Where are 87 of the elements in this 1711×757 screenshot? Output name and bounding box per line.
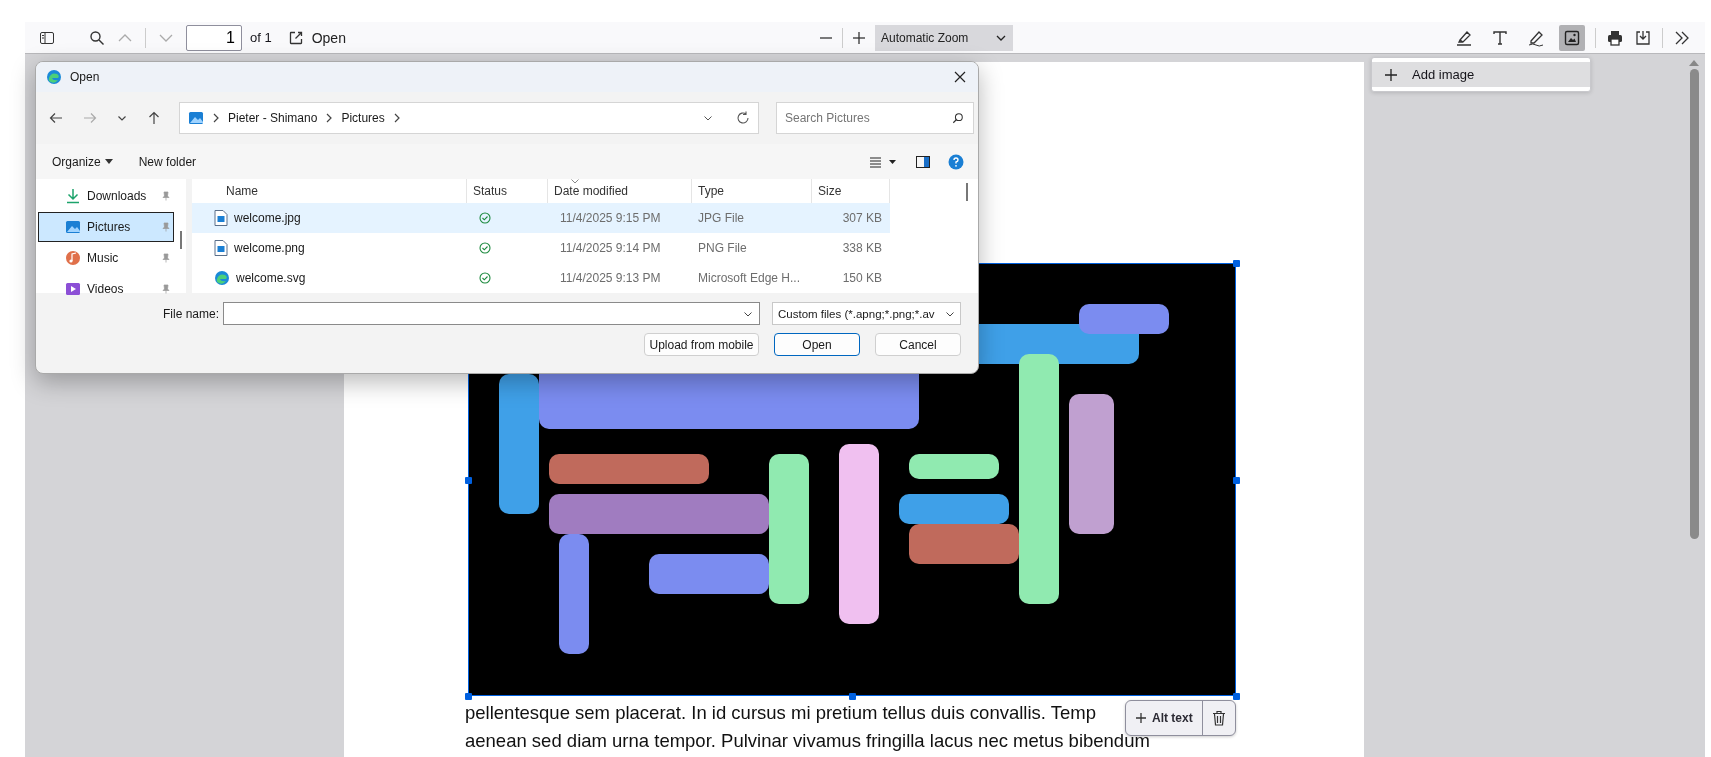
open-button[interactable]: Open bbox=[283, 29, 350, 46]
file-name: welcome.svg bbox=[236, 271, 306, 285]
music-icon bbox=[65, 250, 81, 266]
file-type: JPG File bbox=[697, 211, 745, 225]
help-icon[interactable] bbox=[948, 153, 964, 170]
back-icon[interactable] bbox=[49, 111, 63, 125]
file-size: 338 KB bbox=[841, 241, 883, 255]
up-icon[interactable] bbox=[147, 111, 161, 125]
dialog-button[interactable]: Cancel bbox=[875, 333, 961, 356]
save-icon[interactable] bbox=[1634, 28, 1652, 47]
address-bar[interactable]: Pieter - Shimano Pictures bbox=[179, 102, 759, 134]
image-file-icon bbox=[214, 210, 228, 226]
sidebar-toggle-icon[interactable] bbox=[39, 29, 55, 46]
search-icon[interactable] bbox=[952, 112, 964, 124]
nav-label: Music bbox=[87, 251, 120, 265]
nav-item[interactable]: Music bbox=[38, 243, 174, 273]
refresh-icon[interactable] bbox=[736, 111, 750, 125]
resize-handle[interactable] bbox=[1233, 693, 1240, 700]
text-icon bbox=[1491, 28, 1509, 47]
nav-label: Downloads bbox=[87, 189, 148, 203]
nav-item[interactable]: Downloads bbox=[38, 181, 174, 211]
nav-item[interactable]: Pictures bbox=[38, 212, 174, 242]
plus-icon bbox=[1384, 67, 1398, 82]
file-name-label: File name: bbox=[161, 306, 220, 321]
image-file-icon bbox=[214, 240, 228, 256]
add-image-item[interactable]: Add image bbox=[1372, 62, 1590, 87]
resize-handle[interactable] bbox=[465, 693, 472, 700]
browser-logo-icon bbox=[46, 69, 62, 85]
file-row[interactable]: welcome.svg 11/4/2025 9:13 PM Microsoft Edge H... 150 KB bbox=[192, 263, 890, 293]
resize-handle[interactable] bbox=[849, 693, 856, 700]
resize-handle[interactable] bbox=[1233, 476, 1240, 484]
pictures-folder-icon bbox=[65, 219, 81, 235]
search-icon[interactable] bbox=[89, 29, 105, 46]
file-type-select[interactable]: Custom files (*.apng;*.png;*.av bbox=[772, 302, 961, 325]
external-link-icon bbox=[287, 29, 304, 46]
breadcrumb[interactable]: Pictures bbox=[341, 111, 385, 125]
file-name-field[interactable] bbox=[223, 302, 760, 325]
file-date: 11/4/2025 9:14 PM bbox=[559, 241, 662, 255]
close-icon[interactable] bbox=[954, 71, 966, 83]
organize-button[interactable]: Organize bbox=[50, 154, 115, 169]
print-icon[interactable] bbox=[1606, 28, 1624, 47]
resize-handle[interactable] bbox=[465, 476, 472, 484]
view-options-icon[interactable] bbox=[870, 155, 898, 168]
text-line: pellentesque sem placerat. In id cursus mi pretium tellus duis convallis. Temp bbox=[465, 701, 1096, 725]
new-folder-button[interactable]: New folder bbox=[136, 154, 199, 169]
file-name: welcome.jpg bbox=[234, 211, 301, 225]
preview-pane-icon[interactable] bbox=[916, 155, 930, 168]
page-count: of 1 bbox=[250, 30, 272, 45]
breadcrumb[interactable]: Pieter - Shimano bbox=[228, 111, 318, 125]
nav-label: Videos bbox=[87, 282, 125, 296]
dialog-button[interactable]: Open bbox=[774, 333, 860, 356]
chevron-down-icon[interactable] bbox=[117, 113, 127, 123]
file-type: PNG File bbox=[697, 241, 748, 255]
page-number-field[interactable]: 1 bbox=[186, 24, 242, 51]
zoom-in-icon[interactable] bbox=[851, 29, 867, 46]
chevron-right-icon bbox=[213, 113, 219, 123]
chevron-right-icon[interactable] bbox=[393, 113, 400, 123]
trash-icon bbox=[1211, 710, 1226, 726]
file-row[interactable]: welcome.jpg 11/4/2025 9:15 PM JPG File 307 KB bbox=[192, 203, 890, 233]
alt-text-button[interactable]: Alt text bbox=[1126, 701, 1203, 735]
pin-icon[interactable] bbox=[161, 284, 171, 294]
file-size: 150 KB bbox=[841, 271, 883, 285]
caret-icon bbox=[104, 158, 113, 165]
browser-logo-icon bbox=[214, 270, 230, 286]
zoom-select[interactable]: Automatic Zoom bbox=[875, 24, 1013, 51]
dialog-button[interactable]: Upload from mobile bbox=[644, 333, 759, 356]
file-name: welcome.png bbox=[234, 241, 305, 255]
chevron-right-icon bbox=[326, 113, 333, 123]
dialog-title: Open bbox=[70, 70, 100, 84]
nav-item[interactable]: Videos bbox=[38, 274, 174, 304]
image-icon bbox=[1563, 28, 1581, 47]
pin-icon[interactable] bbox=[161, 253, 171, 263]
file-date: 11/4/2025 9:15 PM bbox=[559, 211, 662, 225]
search-field[interactable]: Search Pictures bbox=[776, 102, 974, 134]
download-icon bbox=[65, 188, 81, 204]
file-date: 11/4/2025 9:13 PM bbox=[559, 271, 662, 285]
pictures-folder-icon bbox=[188, 110, 204, 126]
chevron-down-icon[interactable] bbox=[703, 113, 713, 123]
pin-icon[interactable] bbox=[161, 191, 171, 201]
sort-caret-icon bbox=[571, 179, 579, 184]
resize-handle[interactable] bbox=[1233, 260, 1240, 267]
file-type: Microsoft Edge H... bbox=[697, 271, 802, 285]
nav-label: Pictures bbox=[87, 220, 132, 234]
image-tool-button[interactable] bbox=[1559, 24, 1585, 51]
file-size: 307 KB bbox=[841, 211, 883, 225]
file-row[interactable]: welcome.png 11/4/2025 9:14 PM PNG File 338 KB bbox=[192, 233, 890, 263]
plus-icon bbox=[1135, 712, 1147, 724]
